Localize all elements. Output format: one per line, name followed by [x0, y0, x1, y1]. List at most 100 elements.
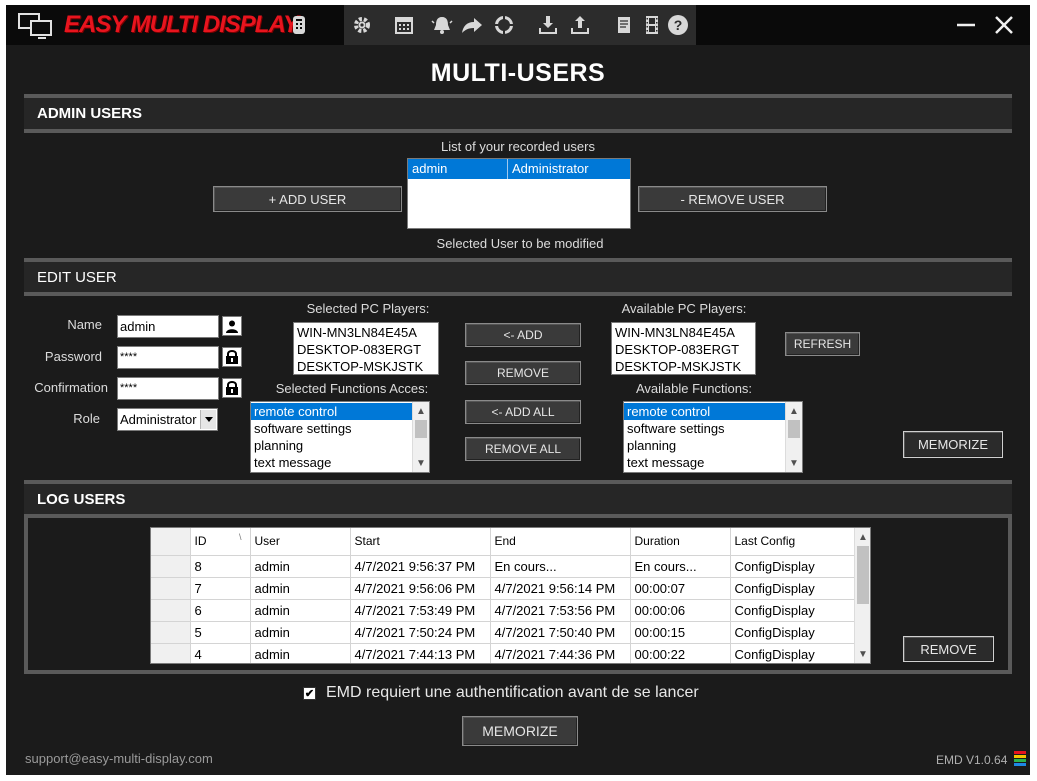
scrollbar-thumb[interactable] [415, 420, 427, 438]
notes-icon[interactable] [612, 13, 636, 37]
table-row[interactable]: 5 admin 4/7/2021 7:50:24 PM 4/7/2021 7:5… [151, 621, 855, 644]
column-header-duration[interactable]: Duration [630, 528, 731, 556]
table-cell: ConfigDisplay [730, 555, 855, 578]
table-cell: 00:00:06 [630, 599, 731, 622]
column-header-id[interactable]: ID \ [190, 528, 251, 556]
table-cell: admin [250, 643, 351, 663]
table-row[interactable]: 7 admin 4/7/2021 9:56:06 PM 4/7/2021 9:5… [151, 577, 855, 600]
table-cell: En cours... [490, 555, 631, 578]
remove-player-button[interactable]: REMOVE [465, 361, 581, 385]
available-functions-list[interactable]: remote control software settings plannin… [623, 401, 803, 473]
download-icon[interactable] [536, 13, 560, 37]
selected-user-caption: Selected User to be modified [436, 236, 604, 251]
role-label: Role [73, 411, 100, 426]
calendar-icon[interactable] [392, 13, 416, 37]
list-item[interactable]: WIN-MN3LN84E45A [612, 324, 755, 341]
table-cell: 5 [190, 621, 251, 644]
minimize-button[interactable] [950, 9, 982, 41]
scrollbar-thumb[interactable] [857, 546, 869, 604]
add-all-button[interactable]: <- ADD ALL [465, 400, 581, 424]
add-player-button[interactable]: <- ADD [465, 323, 581, 347]
table-row-header [151, 577, 191, 600]
list-item[interactable]: text message [624, 454, 802, 471]
chevron-down-icon[interactable]: ▼ [855, 646, 870, 662]
users-list[interactable]: admin Administrator [407, 158, 631, 229]
auth-required-checkbox[interactable]: ✔ [303, 687, 316, 700]
close-button[interactable] [988, 9, 1020, 41]
column-header-label: End [494, 534, 516, 549]
list-item[interactable]: remote control [624, 403, 785, 420]
app-logo-text: EASY MULTI DISPLAY [64, 11, 299, 38]
remove-all-button[interactable]: REMOVE ALL [465, 437, 581, 461]
column-header-label: ID [194, 534, 207, 549]
column-header-label: User [254, 534, 280, 549]
chevron-down-icon[interactable]: ▼ [413, 455, 429, 471]
chevron-down-icon[interactable] [200, 410, 216, 429]
list-item[interactable]: remote control [251, 403, 412, 420]
list-item[interactable]: planning [251, 437, 429, 454]
scrollbar-thumb[interactable] [788, 420, 800, 438]
table-cell: admin [250, 599, 351, 622]
refresh-button[interactable]: REFRESH [785, 332, 860, 356]
table-cell: 4/7/2021 7:44:36 PM [490, 643, 631, 663]
user-name-cell: admin [408, 159, 508, 179]
users-list-row-admin[interactable]: admin Administrator [408, 159, 630, 179]
list-item[interactable]: DESKTOP-MSKJSTK [612, 358, 755, 374]
list-item[interactable]: text message [251, 454, 429, 471]
color-bars-icon [1014, 751, 1026, 767]
table-row[interactable]: 4 admin 4/7/2021 7:44:13 PM 4/7/2021 7:4… [151, 643, 855, 663]
bell-icon[interactable] [430, 13, 454, 37]
name-input[interactable]: admin [117, 315, 219, 338]
memorize-auth-button[interactable]: MEMORIZE [462, 716, 578, 746]
remote-icon[interactable] [287, 13, 311, 37]
list-item[interactable]: DESKTOP-083ERGT [612, 341, 755, 358]
divider [24, 292, 1012, 296]
toolbar: ? [344, 5, 696, 45]
password-label: Password [44, 349, 102, 364]
remove-user-button[interactable]: - REMOVE USER [638, 186, 827, 212]
list-item[interactable]: WIN-MN3LN84E45A [294, 324, 438, 341]
upload-icon[interactable] [568, 13, 592, 37]
chevron-up-icon[interactable]: ▲ [413, 403, 429, 419]
app-window: EASY MULTI DISPLAY ? MULTI-USERS ADMIN U… [6, 5, 1030, 775]
table-row-header [151, 621, 191, 644]
film-icon[interactable] [640, 13, 664, 37]
password-input[interactable]: **** [117, 346, 219, 369]
selected-players-list[interactable]: WIN-MN3LN84E45A DESKTOP-083ERGT DESKTOP-… [293, 322, 439, 375]
table-row[interactable]: 8 admin 4/7/2021 9:56:37 PM En cours... … [151, 555, 855, 578]
available-players-list[interactable]: WIN-MN3LN84E45A DESKTOP-083ERGT DESKTOP-… [611, 322, 756, 375]
chevron-up-icon[interactable]: ▲ [786, 403, 802, 419]
remove-log-button[interactable]: REMOVE [903, 636, 994, 662]
user-icon [222, 316, 242, 336]
list-item[interactable]: software settings [251, 420, 429, 437]
list-item[interactable]: planning [624, 437, 802, 454]
log-users-title: LOG USERS [37, 491, 126, 508]
monitors-logo-icon [18, 13, 54, 39]
role-select[interactable]: Administrator [117, 408, 218, 431]
scrollbar[interactable]: ▲ ▼ [412, 402, 429, 472]
column-header-user[interactable]: User [250, 528, 351, 556]
scrollbar[interactable]: ▲ ▼ [785, 402, 802, 472]
memorize-user-button[interactable]: MEMORIZE [903, 431, 1003, 458]
lifebuoy-icon[interactable] [492, 13, 516, 37]
scrollbar[interactable]: ▲ ▼ [854, 528, 870, 663]
list-item[interactable]: DESKTOP-083ERGT [294, 341, 438, 358]
column-header-end[interactable]: End [490, 528, 631, 556]
share-icon[interactable] [460, 13, 484, 37]
column-header-last-config[interactable]: Last Config [730, 528, 855, 556]
confirmation-input[interactable]: **** [117, 377, 219, 400]
chevron-up-icon[interactable]: ▲ [855, 529, 870, 545]
add-user-button[interactable]: + ADD USER [213, 186, 402, 212]
help-icon[interactable]: ? [666, 13, 690, 37]
table-cell: 4/7/2021 7:50:40 PM [490, 621, 631, 644]
selected-functions-list[interactable]: remote control software settings plannin… [250, 401, 430, 473]
gear-icon[interactable] [350, 13, 374, 37]
log-users-table[interactable]: ID \ User Start End Duration Last Config … [150, 527, 871, 664]
column-header-start[interactable]: Start [350, 528, 491, 556]
column-header-label: Duration [634, 534, 680, 549]
chevron-down-icon[interactable]: ▼ [786, 455, 802, 471]
table-row[interactable]: 6 admin 4/7/2021 7:53:49 PM 4/7/2021 7:5… [151, 599, 855, 622]
list-item[interactable]: DESKTOP-MSKJSTK [294, 358, 438, 374]
column-header-label: Start [354, 534, 380, 549]
list-item[interactable]: software settings [624, 420, 802, 437]
